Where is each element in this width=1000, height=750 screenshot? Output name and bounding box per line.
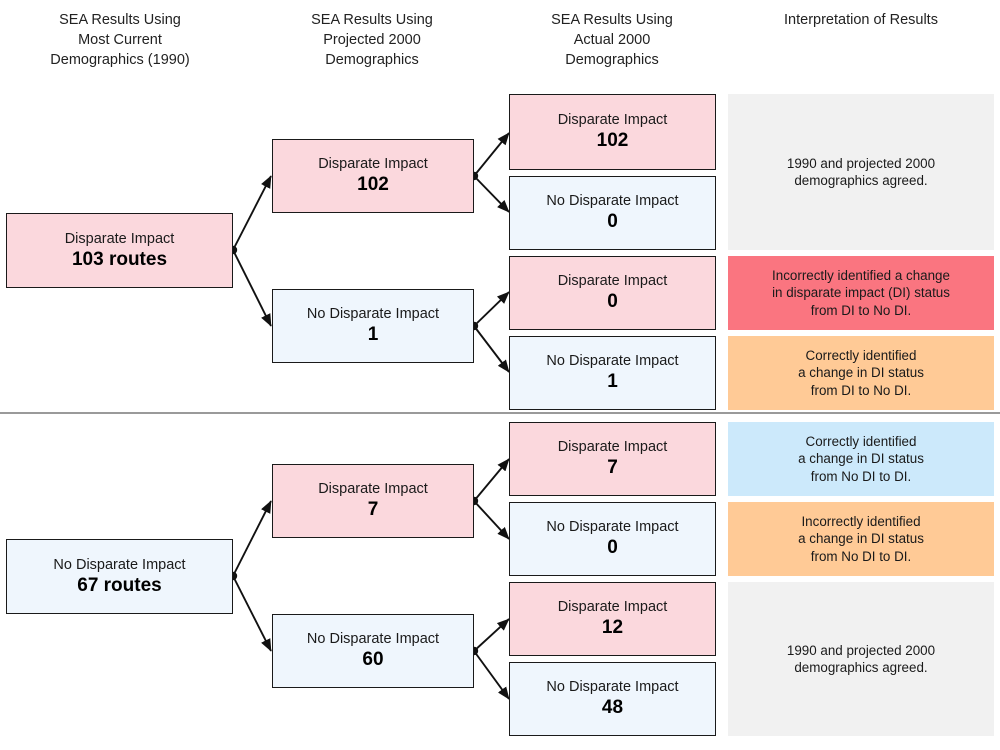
column-header-interpretation: Interpretation of Results <box>784 12 938 28</box>
node-value: 48 <box>601 697 624 718</box>
interpretation-text: 1990 and projected 2000 demographics agr… <box>786 642 936 676</box>
node-level3-disparate-impact-102[interactable]: Disparate Impact 102 <box>509 94 716 170</box>
interpretation-text: Correctly identified a change in DI stat… <box>798 347 924 398</box>
node-level1-no-disparate-impact[interactable]: No Disparate Impact 67 routes <box>6 539 233 614</box>
node-value: 60 <box>362 649 384 670</box>
node-level3-no-disparate-impact-1[interactable]: No Disparate Impact 1 <box>509 336 716 410</box>
node-value: 0 <box>607 211 618 232</box>
interpretation-text: 1990 and projected 2000 demographics agr… <box>786 155 936 189</box>
column-header-actual-demographics: SEA Results Using Actual 2000 Demographi… <box>551 12 673 68</box>
interpretation-text: Incorrectly identified a change in DI st… <box>798 513 924 564</box>
node-value: 7 <box>367 499 379 520</box>
interpretation-correct-nodi-to-di: Correctly identified a change in DI stat… <box>728 422 994 496</box>
node-label: No Disparate Impact <box>306 306 440 322</box>
flowchart-canvas: SEA Results Using Most Current Demograph… <box>0 0 1000 750</box>
node-level2-no-disparate-impact-1[interactable]: No Disparate Impact 1 <box>272 289 474 363</box>
node-label: No Disparate Impact <box>53 556 186 573</box>
node-label: No Disparate Impact <box>546 519 679 535</box>
node-value: 102 <box>596 130 629 151</box>
node-label: Disparate Impact <box>557 439 668 455</box>
node-label: No Disparate Impact <box>546 193 679 209</box>
node-value: 12 <box>601 617 624 638</box>
interpretation-text: Correctly identified a change in DI stat… <box>798 433 924 484</box>
interpretation-incorrect-di-to-nodi: Incorrectly identified a change in dispa… <box>728 256 994 330</box>
node-label: Disparate Impact <box>557 599 668 615</box>
node-level3-no-disparate-impact-0-b[interactable]: No Disparate Impact 0 <box>509 502 716 576</box>
column-header-current-demographics: SEA Results Using Most Current Demograph… <box>50 12 190 68</box>
interpretation-agreed-bottom: 1990 and projected 2000 demographics agr… <box>728 582 994 736</box>
node-label: Disparate Impact <box>318 156 428 172</box>
node-value: 7 <box>607 457 618 478</box>
section-divider <box>0 412 1000 414</box>
node-value: 0 <box>607 291 618 312</box>
interpretation-correct-di-to-nodi: Correctly identified a change in DI stat… <box>728 336 994 410</box>
node-level2-disparate-impact-102[interactable]: Disparate Impact 102 <box>272 139 474 213</box>
node-label: Disparate Impact <box>557 273 668 289</box>
node-value: 1 <box>367 324 379 345</box>
node-level3-no-disparate-impact-48[interactable]: No Disparate Impact 48 <box>509 662 716 736</box>
column-header-projected-demographics: SEA Results Using Projected 2000 Demogra… <box>311 12 433 68</box>
node-level3-disparate-impact-7[interactable]: Disparate Impact 7 <box>509 422 716 496</box>
node-label: Disparate Impact <box>557 112 668 128</box>
node-label: No Disparate Impact <box>546 679 679 695</box>
node-value: 1 <box>607 371 618 392</box>
interpretation-text: Incorrectly identified a change in dispa… <box>772 267 950 318</box>
interpretation-incorrect-nodi-to-di: Incorrectly identified a change in DI st… <box>728 502 994 576</box>
node-label: Disparate Impact <box>318 481 428 497</box>
node-label: Disparate Impact <box>64 230 175 247</box>
node-level3-no-disparate-impact-0-a[interactable]: No Disparate Impact 0 <box>509 176 716 250</box>
node-level1-disparate-impact[interactable]: Disparate Impact 103 routes <box>6 213 233 288</box>
node-value: 103 routes <box>71 248 168 270</box>
node-label: No Disparate Impact <box>546 353 679 369</box>
interpretation-agreed-top: 1990 and projected 2000 demographics agr… <box>728 94 994 250</box>
node-value: 0 <box>607 537 618 558</box>
node-level3-disparate-impact-12[interactable]: Disparate Impact 12 <box>509 582 716 656</box>
node-label: No Disparate Impact <box>306 631 440 647</box>
node-level3-disparate-impact-0[interactable]: Disparate Impact 0 <box>509 256 716 330</box>
node-level2-no-disparate-impact-60[interactable]: No Disparate Impact 60 <box>272 614 474 688</box>
node-value: 67 routes <box>77 574 162 596</box>
node-level2-disparate-impact-7[interactable]: Disparate Impact 7 <box>272 464 474 538</box>
node-value: 102 <box>357 174 389 195</box>
